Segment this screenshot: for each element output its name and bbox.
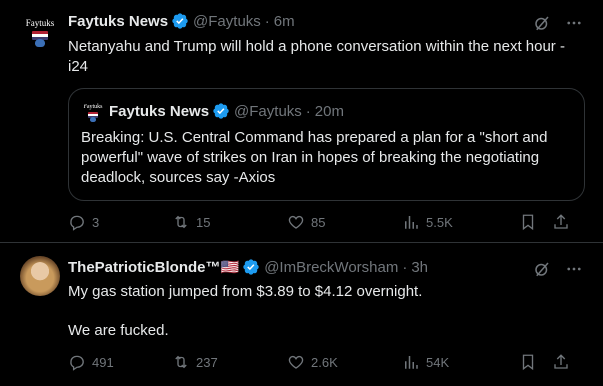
reply-icon [70, 355, 84, 371]
globe-icon [35, 39, 45, 47]
views-button[interactable]: 5.5K [402, 213, 519, 231]
like-count: 85 [311, 214, 326, 230]
reply-count: 491 [92, 354, 114, 370]
reply-icon [70, 215, 84, 231]
tweet-text: Netanyahu and Trump will hold a phone co… [68, 37, 588, 77]
author-handle[interactable]: @ImBreckWorsham [264, 259, 398, 276]
like-icon [288, 215, 304, 229]
quoted-tweet[interactable]: Faytuks Faytuks News @Faytuks · 20m Brea… [68, 88, 585, 201]
bookmark-icon [522, 354, 534, 371]
quoted-text-line: Breaking: U.S. Central Command has prepa… [81, 129, 548, 146]
tweet-header: ThePatrioticBlonde™🇺🇸 @ImBreckWorsham · … [68, 258, 428, 277]
retweet-count: 237 [196, 354, 218, 370]
reply-button[interactable]: 3 [68, 213, 172, 231]
author-name[interactable]: ThePatrioticBlonde™🇺🇸 [68, 258, 239, 276]
quoted-text-line: powerful" wave of strikes on Iran in hop… [81, 149, 540, 166]
separator-dot: · [402, 258, 408, 276]
bookmark-icon [522, 214, 534, 231]
grok-icon[interactable] [533, 14, 551, 32]
like-icon [288, 355, 304, 369]
tweet[interactable]: ThePatrioticBlonde™🇺🇸 @ImBreckWorsham · … [0, 244, 603, 386]
more-icon[interactable] [565, 14, 583, 32]
line-spacer [68, 302, 588, 321]
grok-icon[interactable] [533, 260, 551, 278]
views-icon [405, 356, 418, 369]
views-count: 5.5K [426, 214, 453, 230]
avatar-logo-text: Faytuks [83, 104, 103, 110]
share-icon [554, 354, 568, 369]
views-button[interactable]: 54K [402, 353, 519, 371]
tweet-header: Faytuks News @Faytuks · 6m [68, 12, 295, 30]
tweet-actions: 3 15 85 5.5K [68, 213, 584, 231]
globe-icon [90, 117, 96, 122]
tweet-text-line: We are fucked. [68, 322, 169, 339]
reply-button[interactable]: 491 [68, 353, 172, 371]
quoted-text: Breaking: U.S. Central Command has prepa… [81, 128, 576, 188]
retweet-button[interactable]: 237 [172, 353, 287, 371]
verified-badge-icon [172, 13, 188, 29]
retweet-icon [175, 215, 187, 229]
author-handle[interactable]: @Faytuks [193, 13, 261, 30]
quoted-text-line: deadlock, sources say -Axios [81, 169, 276, 186]
separator-dot: · [264, 12, 270, 30]
verified-badge-icon [213, 103, 229, 119]
retweet-count: 15 [196, 214, 211, 230]
tweet-text: My gas station jumped from $3.89 to $4.1… [68, 282, 588, 341]
like-button[interactable]: 2.6K [287, 353, 402, 371]
tweet-text-line: Netanyahu and Trump will hold a phone co… [68, 38, 565, 55]
views-count: 54K [426, 354, 450, 370]
quoted-avatar[interactable]: Faytuks [81, 101, 105, 125]
reply-count: 3 [92, 214, 100, 230]
share-icon [554, 214, 568, 229]
retweet-button[interactable]: 15 [172, 213, 287, 231]
timestamp[interactable]: 6m [274, 13, 295, 30]
tweet-text-line: My gas station jumped from $3.89 to $4.1… [68, 283, 423, 300]
tweet-top-actions [533, 14, 583, 32]
tweet-top-actions [533, 260, 583, 278]
separator-dot: · [305, 102, 311, 120]
tweet[interactable]: Faytuks Faytuks News @Faytuks · 6m Netan… [0, 0, 603, 243]
quoted-author-name[interactable]: Faytuks News [109, 103, 209, 120]
avatar[interactable]: Faytuks [20, 12, 60, 52]
share-button[interactable] [552, 353, 572, 371]
quoted-header: Faytuks News @Faytuks · 20m [109, 102, 344, 120]
avatar-logo-text: Faytuks [25, 18, 55, 28]
retweet-icon [175, 355, 187, 369]
avatar[interactable] [20, 256, 60, 296]
like-button[interactable]: 85 [287, 213, 402, 231]
quoted-timestamp[interactable]: 20m [315, 103, 344, 120]
bookmark-button[interactable] [519, 213, 552, 231]
bookmark-button[interactable] [519, 353, 552, 371]
share-button[interactable] [552, 213, 572, 231]
tweet-text-line: i24 [68, 58, 89, 75]
more-icon[interactable] [565, 260, 583, 278]
like-count: 2.6K [311, 354, 338, 370]
quoted-handle[interactable]: @Faytuks [234, 103, 302, 120]
timestamp[interactable]: 3h [411, 259, 428, 276]
views-icon [405, 216, 418, 229]
tweet-actions: 491 237 2.6K 54K [68, 353, 584, 371]
verified-badge-icon [243, 259, 259, 275]
author-name[interactable]: Faytuks News [68, 13, 168, 30]
